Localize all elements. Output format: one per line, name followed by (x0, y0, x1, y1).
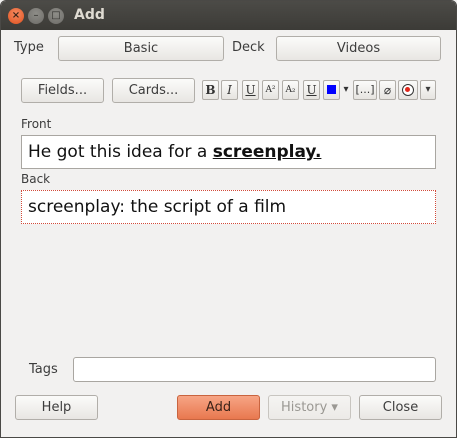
add-window: × – □ Add Type Basic Deck Videos Fields.… (0, 0, 457, 438)
attach-button[interactable]: ⌀ (379, 80, 396, 100)
note-type-button[interactable]: Basic (58, 36, 224, 61)
text-color-button[interactable] (323, 80, 340, 100)
tags-input[interactable] (73, 357, 436, 382)
close-window-icon[interactable]: × (8, 8, 24, 24)
fields-button[interactable]: Fields... (21, 78, 104, 103)
add-button[interactable]: Add (177, 395, 260, 420)
subscript-button[interactable]: A₂ (282, 80, 299, 100)
color-swatch-icon (327, 85, 336, 94)
clear-format-icon: U (306, 83, 317, 97)
italic-button[interactable]: I (221, 80, 238, 100)
clear-format-button[interactable]: U (303, 80, 320, 100)
back-field-editor[interactable]: screenplay: the script of a film (21, 190, 436, 224)
minimize-window-icon[interactable]: – (28, 8, 44, 24)
front-field-label: Front (21, 117, 52, 131)
front-highlight-text: screenplay. (212, 142, 322, 162)
more-options-button[interactable]: ▾ (420, 80, 436, 100)
record-audio-button[interactable] (398, 80, 418, 100)
title-bar: × – □ Add (1, 1, 456, 30)
type-label: Type (14, 40, 44, 55)
deck-label: Deck (232, 40, 265, 55)
help-button[interactable]: Help (15, 395, 98, 420)
bold-button[interactable]: B (202, 80, 219, 100)
back-field-label: Back (21, 172, 51, 186)
history-button[interactable]: History ▾ (268, 395, 351, 420)
chevron-down-icon: ▾ (425, 84, 431, 95)
maximize-window-icon[interactable]: □ (48, 8, 64, 24)
back-text: screenplay: the script of a film (28, 197, 287, 217)
underline-button[interactable]: U (242, 80, 259, 100)
text-color-menu-icon[interactable]: ▾ (341, 80, 351, 100)
tags-label: Tags (29, 362, 58, 377)
superscript-button[interactable]: A² (262, 80, 279, 100)
front-text: He got this idea for a (28, 142, 213, 162)
record-icon (402, 84, 414, 96)
close-button[interactable]: Close (359, 395, 442, 420)
cards-button[interactable]: Cards... (112, 78, 195, 103)
cloze-button[interactable]: [...] (353, 80, 377, 100)
deck-button[interactable]: Videos (276, 36, 441, 61)
window-title: Add (74, 7, 105, 23)
front-field-editor[interactable]: He got this idea for a screenplay. (21, 135, 436, 169)
paperclip-icon: ⌀ (383, 83, 392, 97)
